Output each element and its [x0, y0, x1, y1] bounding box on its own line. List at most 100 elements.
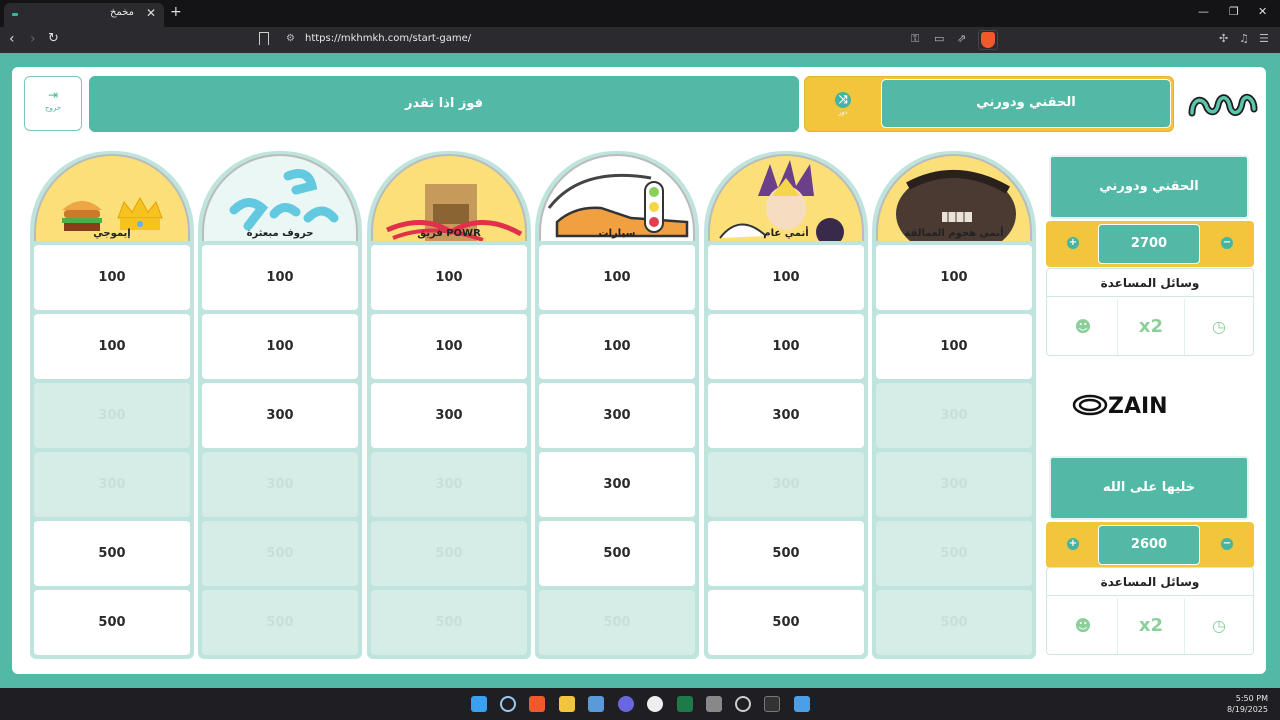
url-field[interactable]: https://mkhmkh.com/start-game/: [305, 33, 471, 44]
browser-tab[interactable]: مخمخ ✕: [4, 3, 164, 27]
question-cell[interactable]: 500: [708, 521, 864, 586]
terminal-icon[interactable]: [764, 696, 780, 712]
question-cell: 300: [708, 452, 864, 517]
question-cell[interactable]: 300: [371, 383, 527, 448]
question-cell[interactable]: 300: [202, 383, 358, 448]
site-favicon-icon: [12, 13, 18, 16]
call-friend-icon[interactable]: ☻: [1049, 598, 1117, 654]
notepad-icon[interactable]: [794, 696, 810, 712]
question-cell[interactable]: 100: [34, 314, 190, 379]
music-icon[interactable]: ♫: [1239, 32, 1249, 45]
clock-time: 5:50 PM: [1235, 694, 1268, 703]
search-icon[interactable]: [500, 696, 516, 712]
question-cell[interactable]: 300: [539, 452, 695, 517]
os-taskbar: 5:50 PM 8/19/2025: [0, 688, 1280, 720]
team-2-increase-icon[interactable]: +: [1067, 538, 1079, 550]
question-cell[interactable]: 100: [34, 245, 190, 310]
question-cell[interactable]: 100: [371, 314, 527, 379]
exit-button[interactable]: ⇥ خروج: [24, 76, 82, 131]
app-icon[interactable]: [735, 696, 751, 712]
discord-icon[interactable]: [618, 696, 634, 712]
media-icon[interactable]: ▭: [934, 32, 944, 45]
category-header-powr-team[interactable]: فريق POWR: [371, 154, 527, 241]
category-title: سيارات: [598, 228, 636, 239]
call-friend-icon[interactable]: ☻: [1049, 299, 1117, 355]
category-header-attack-on-titan[interactable]: أنمي هجوم العمالقة: [876, 154, 1032, 241]
question-cell: 500: [371, 521, 527, 586]
exit-icon: ⇥: [47, 88, 59, 102]
timer-icon[interactable]: ◷: [1185, 299, 1253, 355]
category-header-cars[interactable]: سيارات: [539, 154, 695, 241]
recorder-icon[interactable]: [706, 696, 722, 712]
category-header-general-anime[interactable]: أنمي عام: [708, 154, 864, 241]
question-cell[interactable]: 100: [708, 314, 864, 379]
question-cell[interactable]: 100: [371, 245, 527, 310]
zain-sponsor-logo: ZAIN: [1072, 394, 1168, 419]
double-points-icon[interactable]: x2: [1117, 598, 1185, 654]
bookmark-icon[interactable]: [259, 32, 269, 45]
team-2-name: خليها على الله: [1049, 456, 1249, 520]
question-cell[interactable]: 500: [34, 590, 190, 655]
menu-icon[interactable]: ☰: [1259, 32, 1269, 45]
question-cell[interactable]: 500: [539, 521, 695, 586]
question-cell: 500: [202, 590, 358, 655]
brave-browser-icon[interactable]: [529, 696, 545, 712]
double-points-icon[interactable]: x2: [1117, 299, 1185, 355]
question-cell[interactable]: 100: [539, 245, 695, 310]
question-cell[interactable]: 500: [34, 521, 190, 586]
category-column-general-anime: أنمي عام 100 100 300 300 500 500: [704, 151, 868, 659]
store-icon[interactable]: [588, 696, 604, 712]
minimize-window-button[interactable]: —: [1198, 5, 1209, 18]
category-header-emoji[interactable]: إيموجي: [34, 154, 190, 241]
question-cell[interactable]: 100: [876, 245, 1032, 310]
extensions-icon[interactable]: ✣: [1219, 32, 1228, 45]
question-cell: 300: [876, 383, 1032, 448]
team-1-decrease-icon[interactable]: −: [1221, 237, 1233, 249]
close-window-button[interactable]: ✕: [1258, 5, 1267, 18]
question-cell: 300: [34, 452, 190, 517]
question-cell: 500: [202, 521, 358, 586]
back-icon[interactable]: ‹: [9, 31, 15, 47]
question-cell: 300: [876, 452, 1032, 517]
switch-turn-icon[interactable]: ⤨: [835, 92, 851, 108]
question-cell[interactable]: 300: [539, 383, 695, 448]
team-1-name: الحقني ودورني: [1049, 155, 1249, 219]
mkhmkh-logo: [1188, 93, 1258, 117]
question-cell[interactable]: 100: [708, 245, 864, 310]
game-title: فوز اذا تقدر: [89, 76, 799, 132]
current-turn-box: ⤨ دور الحقني ودورني: [804, 76, 1174, 132]
question-cell[interactable]: 100: [539, 314, 695, 379]
bold-app-icon[interactable]: [647, 696, 663, 712]
category-header-scrambled-letters[interactable]: حروف مبعثرة: [202, 154, 358, 241]
clock[interactable]: 5:50 PM 8/19/2025: [1227, 693, 1268, 715]
question-cell: 500: [876, 590, 1032, 655]
team-2-decrease-icon[interactable]: −: [1221, 538, 1233, 550]
question-cell[interactable]: 100: [202, 245, 358, 310]
new-tab-button[interactable]: +: [170, 4, 182, 20]
close-tab-icon[interactable]: ✕: [146, 6, 156, 20]
team-1-increase-icon[interactable]: +: [1067, 237, 1079, 249]
forward-icon[interactable]: ›: [30, 31, 36, 47]
file-explorer-icon[interactable]: [559, 696, 575, 712]
team-2-score: 2600: [1098, 525, 1200, 565]
maximize-window-button[interactable]: ❐: [1229, 5, 1239, 18]
current-turn-team: الحقني ودورني: [881, 79, 1171, 128]
reload-icon[interactable]: ↻: [48, 31, 59, 47]
question-cell: 300: [202, 452, 358, 517]
share-icon[interactable]: ⇗: [957, 32, 966, 45]
question-cell[interactable]: 100: [202, 314, 358, 379]
timer-icon[interactable]: ◷: [1185, 598, 1253, 654]
excel-icon[interactable]: [677, 696, 693, 712]
category-column-emoji: إيموجي 100 100 300 300 500 500: [30, 151, 194, 659]
password-key-icon[interactable]: ⚿: [911, 32, 919, 46]
category-column-scrambled-letters: حروف مبعثرة 100 100 300 300 500 500: [198, 151, 362, 659]
question-cell[interactable]: 500: [708, 590, 864, 655]
category-column-attack-on-titan: أنمي هجوم العمالقة 100 100 300 300 500 500: [872, 151, 1036, 659]
site-settings-icon[interactable]: ⚙: [286, 33, 295, 44]
team-2-help-tools: وسائل المساعدة ☻ x2 ◷: [1046, 567, 1254, 655]
start-menu-icon[interactable]: [471, 696, 487, 712]
question-cell[interactable]: 100: [876, 314, 1032, 379]
question-cell[interactable]: 300: [708, 383, 864, 448]
question-cell: 300: [34, 383, 190, 448]
question-cell: 500: [876, 521, 1032, 586]
